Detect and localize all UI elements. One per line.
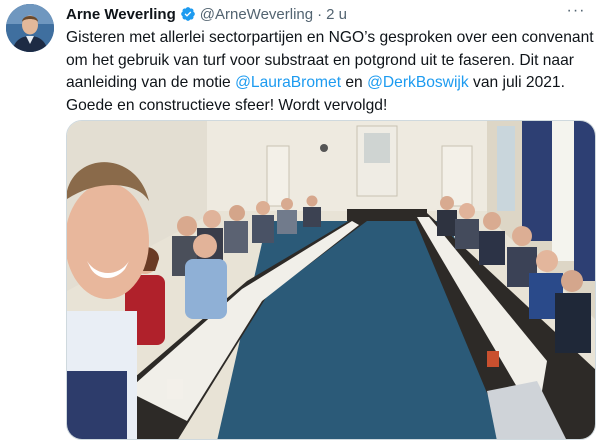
author-handle[interactable]: @ArneWeverling bbox=[200, 6, 313, 23]
author-name[interactable]: Arne Weverling bbox=[66, 6, 176, 23]
author-avatar[interactable] bbox=[6, 4, 54, 52]
avatar-image bbox=[6, 4, 54, 52]
separator-dot: · bbox=[317, 5, 323, 23]
tweet-header: Arne Weverling @ArneWeverling · 2 u bbox=[66, 4, 560, 24]
tweet-photo[interactable] bbox=[66, 120, 596, 440]
mention-link[interactable]: @LauraBromet bbox=[235, 74, 341, 91]
meeting-photo bbox=[67, 121, 595, 439]
tweet-text-part: en bbox=[341, 74, 368, 91]
verified-badge-icon bbox=[180, 6, 196, 22]
mention-link[interactable]: @DerkBoswijk bbox=[367, 74, 469, 91]
more-options-icon[interactable]: ··· bbox=[564, 3, 588, 24]
tweet-text: Gisteren met allerlei sectorpartijen en … bbox=[66, 27, 596, 117]
timestamp[interactable]: 2 u bbox=[326, 6, 347, 23]
